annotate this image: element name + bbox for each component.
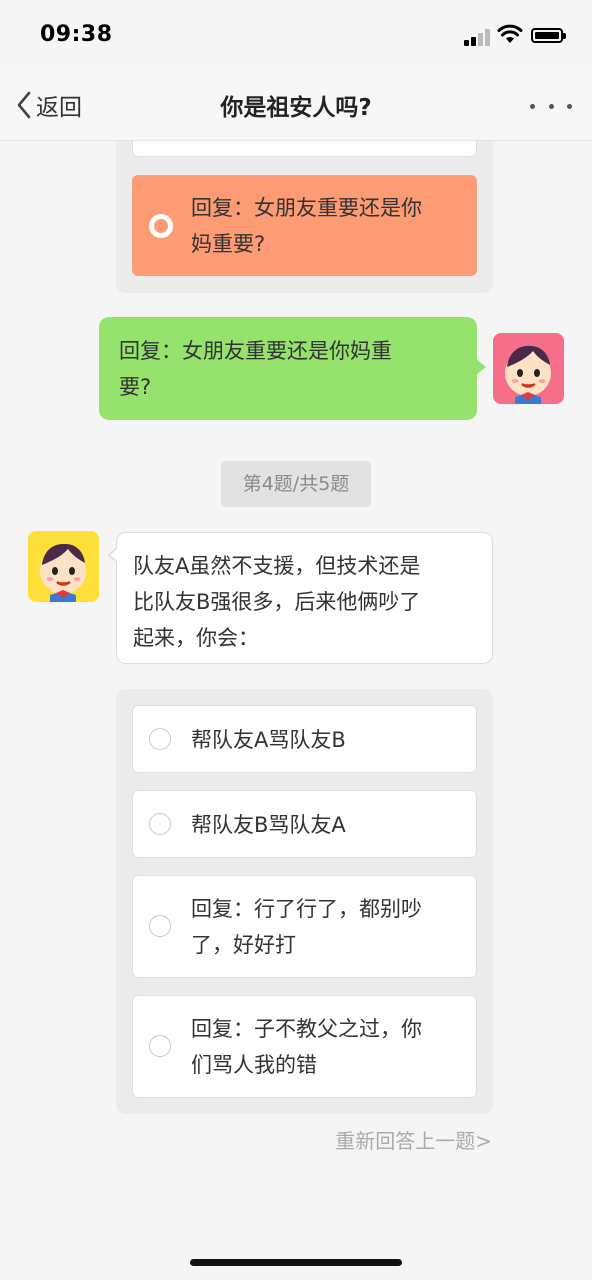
options-panel: 帮队友A骂队友B 帮队友B骂队友A 回复：行了行了，都别吵 了，好好打 回复：子…	[116, 689, 493, 1114]
wifi-icon	[497, 24, 523, 43]
cartoon-face-icon	[505, 345, 551, 404]
user-message-bubble: 回复：女朋友重要还是你妈重 要?	[99, 317, 486, 420]
message-text: 要?	[119, 375, 152, 399]
nav-bar: 返回 你是祖安人吗?	[0, 70, 592, 141]
redo-previous-question-link[interactable]: 重新回答上一题>	[335, 1125, 492, 1154]
cellular-signal-icon	[464, 28, 492, 46]
option-text: 帮队友B骂队友A	[191, 813, 346, 837]
previous-option[interactable]	[132, 141, 477, 157]
previous-options-panel: 回复：女朋友重要还是你 妈重要?	[116, 141, 493, 293]
radio-unchecked-icon	[149, 728, 171, 750]
option-2[interactable]: 帮队友B骂队友A	[132, 790, 477, 858]
option-text: 回复：女朋友重要还是你	[191, 196, 422, 220]
bot-message-bubble: 队友A虽然不支援，但技术还是 比队友B强很多，后来他俩吵了 起来，你会：	[108, 532, 493, 664]
option-text: 妈重要?	[191, 232, 266, 256]
page-title: 你是祖安人吗?	[220, 95, 372, 121]
option-text: 帮队友A骂队友B	[191, 728, 346, 752]
status-bar: 09:38	[0, 0, 592, 70]
message-text: 队友A虽然不支援，但技术还是	[133, 554, 421, 578]
option-3[interactable]: 回复：行了行了，都别吵 了，好好打	[132, 875, 477, 978]
option-text: 了，好好打	[191, 933, 296, 957]
chat-area[interactable]: 回复：女朋友重要还是你 妈重要? 回复：女朋友重要还是你妈重 要? 第4题/共5…	[0, 141, 592, 1280]
home-indicator[interactable]	[190, 1259, 402, 1266]
battery-icon	[531, 28, 566, 43]
user-avatar[interactable]	[493, 333, 564, 404]
message-text: 起来，你会：	[133, 626, 259, 650]
radio-unchecked-icon	[149, 813, 171, 835]
message-text: 比队友B强很多，后来他俩吵了	[133, 590, 421, 614]
option-text: 回复：行了行了，都别吵	[191, 897, 422, 921]
radio-selected-icon	[149, 214, 173, 238]
radio-unchecked-icon	[149, 1035, 171, 1057]
option-text: 们骂人我的错	[191, 1053, 317, 1077]
radio-unchecked-icon	[149, 915, 171, 937]
previous-option-selected[interactable]: 回复：女朋友重要还是你 妈重要?	[132, 175, 477, 276]
question-progress: 第4题/共5题	[221, 461, 371, 507]
option-1[interactable]: 帮队友A骂队友B	[132, 705, 477, 773]
bot-avatar	[28, 531, 99, 602]
more-dots-icon[interactable]	[530, 96, 572, 116]
option-4[interactable]: 回复：子不教父之过，你 们骂人我的错	[132, 995, 477, 1098]
message-text: 回复：女朋友重要还是你妈重	[119, 339, 392, 363]
option-text: 回复：子不教父之过，你	[191, 1017, 422, 1041]
cartoon-face-icon	[40, 543, 86, 602]
status-time: 09:38	[40, 22, 113, 47]
